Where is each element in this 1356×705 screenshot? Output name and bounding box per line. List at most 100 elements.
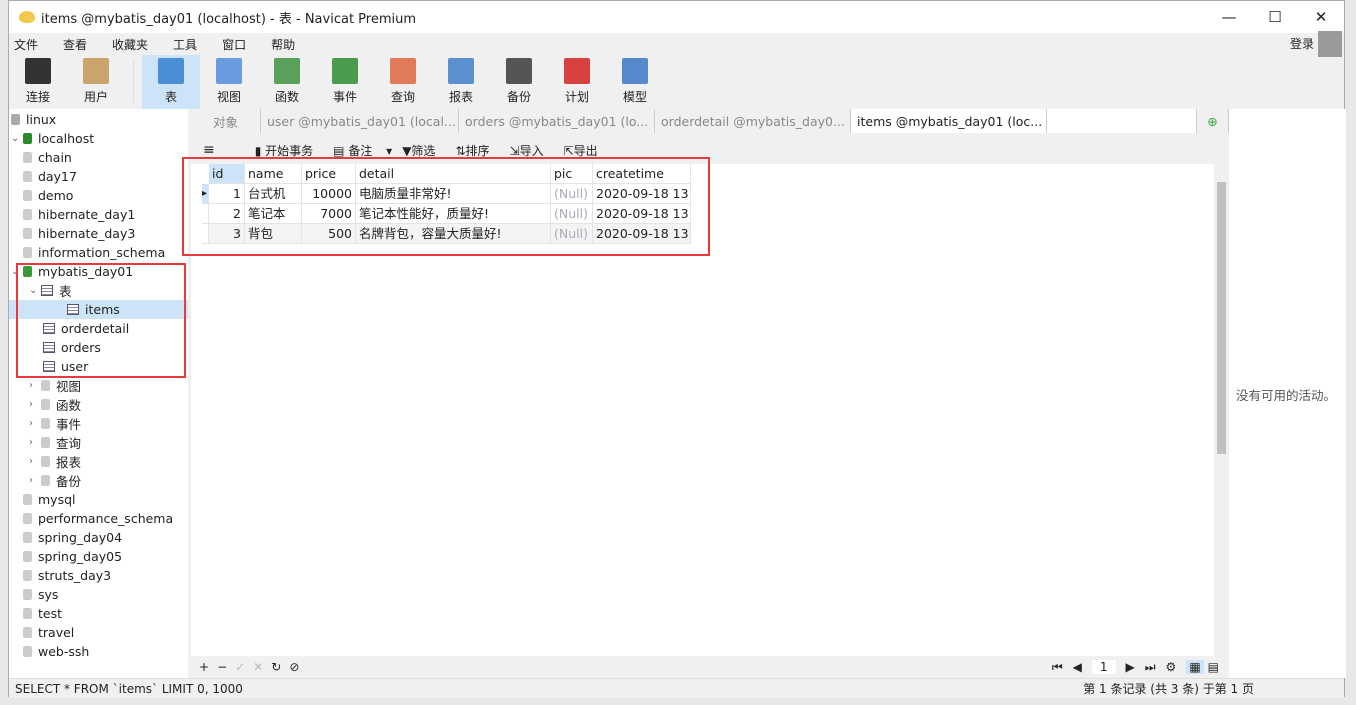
tree-item[interactable]: test: [11, 604, 62, 623]
label: 筛选: [411, 143, 436, 158]
toolbar-table-button[interactable]: 表: [142, 55, 200, 109]
tree-item[interactable]: travel: [11, 623, 74, 642]
tab-objects[interactable]: 对象: [191, 109, 261, 133]
toolbar-view-button[interactable]: 视图: [200, 55, 258, 109]
title-bar: items @mybatis_day01 (localhost) - 表 - N…: [9, 1, 1344, 33]
tree-item[interactable]: information_schema: [11, 243, 165, 262]
schedule-icon: [564, 58, 590, 84]
menu-icon[interactable]: ≡: [203, 142, 215, 158]
export-button[interactable]: ⇱导出: [564, 142, 608, 159]
tab-items[interactable]: items @mybatis_day01 (loc...: [851, 109, 1047, 133]
sql-text: SELECT * FROM `items` LIMIT 0, 1000: [15, 681, 243, 696]
apply-icon[interactable]: ✓: [235, 660, 245, 674]
tree-label: hibernate_day3: [38, 226, 136, 241]
scrollbar-thumb[interactable]: [1217, 182, 1226, 454]
tree-label: sys: [38, 587, 59, 602]
toolbar-event-button[interactable]: 事件: [316, 55, 374, 109]
tree-item[interactable]: › 函数: [29, 395, 81, 414]
login-link[interactable]: 登录: [1290, 35, 1314, 52]
table-icon: [158, 58, 184, 84]
tree-item[interactable]: spring_day05: [11, 547, 122, 566]
tree-item[interactable]: hibernate_day3: [11, 224, 135, 243]
menu-tools[interactable]: 工具: [173, 36, 197, 53]
vertical-scrollbar[interactable]: [1214, 164, 1229, 656]
toolbar-report-button[interactable]: 报表: [432, 55, 490, 109]
tree-item[interactable]: performance_schema: [11, 509, 173, 528]
form-view-icon[interactable]: ▤: [1208, 660, 1219, 674]
refresh-icon[interactable]: ↻: [271, 660, 281, 674]
toolbar-label: 函数: [274, 90, 299, 104]
expand-chevron-icon[interactable]: ›: [29, 399, 41, 410]
expand-chevron-icon[interactable]: ›: [29, 475, 41, 486]
tree-item[interactable]: › 报表: [29, 452, 81, 471]
page-number-input[interactable]: 1: [1091, 660, 1116, 674]
tree-label: spring_day04: [38, 530, 123, 545]
toolbar-model-button[interactable]: 模型: [606, 55, 664, 109]
note-button[interactable]: ▤ 备注 ▾: [333, 142, 392, 159]
tab-orderdetail[interactable]: orderdetail @mybatis_day0...: [655, 109, 851, 133]
navicat-window: items @mybatis_day01 (localhost) - 表 - N…: [8, 0, 1346, 698]
tree-item[interactable]: hibernate_day1: [11, 205, 135, 224]
toolbar-connection-button[interactable]: 连接: [9, 55, 67, 109]
settings-icon[interactable]: ⚙: [1166, 660, 1177, 674]
label: 导出: [573, 143, 598, 158]
toolbar-function-button[interactable]: 函数: [258, 55, 316, 109]
begin-transaction-button[interactable]: ▮ 开始事务: [255, 142, 323, 159]
maximize-button[interactable]: ☐: [1252, 1, 1298, 33]
tab-user[interactable]: user @mybatis_day01 (local...: [261, 109, 459, 133]
main-toolbar: 连接 用户 表 视图 函数 事件 查询 报表 备份 计划 模型: [9, 55, 1344, 109]
menu-file[interactable]: 文件: [14, 36, 38, 53]
delete-record-icon[interactable]: −: [217, 660, 227, 674]
tab-label: items @mybatis_day01 (loc...: [857, 113, 1043, 129]
expand-chevron-icon[interactable]: ›: [29, 418, 41, 429]
tree-item[interactable]: ⌄ localhost: [11, 129, 94, 148]
next-page-icon[interactable]: ▶: [1126, 660, 1135, 674]
tree-item[interactable]: › 事件: [29, 414, 81, 433]
tree-item[interactable]: › 视图: [29, 376, 81, 395]
expand-chevron-icon[interactable]: ›: [29, 380, 41, 391]
import-button[interactable]: ⇲导入: [510, 142, 554, 159]
new-tab-icon[interactable]: ⊕: [1197, 109, 1229, 133]
last-page-icon[interactable]: ⏭: [1145, 660, 1156, 675]
tree-item[interactable]: demo: [11, 186, 73, 205]
expand-chevron-icon[interactable]: ›: [29, 437, 41, 448]
menu-view[interactable]: 查看: [63, 36, 87, 53]
tree-label: web-ssh: [38, 644, 90, 659]
tree-item[interactable]: sys: [11, 585, 58, 604]
menu-bar: 文件 查看 收藏夹 工具 窗口 帮助: [9, 33, 1344, 55]
tab-orders[interactable]: orders @mybatis_day01 (lo...: [459, 109, 655, 133]
tree-item[interactable]: › 查询: [29, 433, 81, 452]
tree-item[interactable]: spring_day04: [11, 528, 122, 547]
tree-label: day17: [38, 169, 77, 184]
expand-chevron-icon[interactable]: ›: [29, 456, 41, 467]
add-record-icon[interactable]: +: [199, 660, 209, 674]
filter-button[interactable]: ▼筛选: [402, 142, 445, 159]
grid-view-icon[interactable]: ▦: [1186, 660, 1204, 674]
menu-favorites[interactable]: 收藏夹: [112, 36, 148, 53]
menu-window[interactable]: 窗口: [222, 36, 246, 53]
tree-item[interactable]: struts_day3: [11, 566, 111, 585]
first-page-icon[interactable]: ⏮: [1052, 660, 1063, 675]
toolbar-query-button[interactable]: 查询: [374, 55, 432, 109]
tree-item[interactable]: web-ssh: [11, 642, 89, 661]
toolbar-backup-button[interactable]: 备份: [490, 55, 548, 109]
tree-item[interactable]: › 备份: [29, 471, 81, 490]
toolbar-schedule-button[interactable]: 计划: [548, 55, 606, 109]
tree-item[interactable]: linux: [11, 110, 56, 129]
avatar[interactable]: [1318, 31, 1342, 57]
expand-chevron-icon[interactable]: ⌄: [11, 133, 23, 144]
close-button[interactable]: ✕: [1298, 1, 1344, 33]
tree-item[interactable]: chain: [11, 148, 72, 167]
minimize-button[interactable]: —: [1206, 1, 1252, 33]
discard-icon[interactable]: ✕: [253, 660, 263, 674]
toolbar-user-button[interactable]: 用户: [67, 55, 125, 109]
tree-item[interactable]: day17: [11, 167, 77, 186]
stop-icon[interactable]: ⊘: [289, 660, 299, 674]
sort-button[interactable]: ⇅排序: [455, 142, 499, 159]
prev-page-icon[interactable]: ◀: [1073, 660, 1082, 674]
toolbar-label: 计划: [564, 90, 589, 104]
toolbar-label: 查询: [390, 90, 415, 104]
tree-item[interactable]: mysql: [11, 490, 76, 509]
menu-help[interactable]: 帮助: [271, 36, 295, 53]
toolbar-label: 报表: [448, 90, 473, 104]
